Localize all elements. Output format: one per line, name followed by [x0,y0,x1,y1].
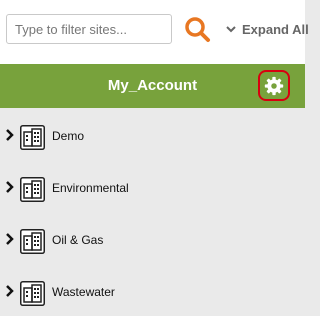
chevron-down-icon [226,26,236,33]
site-label: Wastewater [52,285,115,299]
expand-all-button[interactable]: Expand All [225,20,309,38]
chevron-right-icon [6,233,14,245]
building-icon [20,177,45,202]
toolbar: Expand All [0,0,309,64]
site-item-wastewater[interactable]: Wastewater [0,264,305,316]
site-label: Environmental [52,181,129,195]
building-icon [20,125,45,150]
chevron-right-icon [6,129,14,141]
site-item-demo[interactable]: Demo [0,108,305,160]
settings-button[interactable] [258,70,290,101]
search-button[interactable] [181,13,215,47]
chevron-right-icon [6,285,14,297]
search-icon [185,17,210,42]
site-item-oil-gas[interactable]: Oil & Gas [0,212,305,264]
account-header: My_Account [0,64,305,108]
site-label: Oil & Gas [52,233,104,247]
building-icon [20,281,45,306]
filter-sites-input[interactable] [6,14,172,44]
site-item-environmental[interactable]: Environmental [0,160,305,212]
site-label: Demo [52,129,85,143]
expand-all-label: Expand All [242,21,309,37]
building-icon [20,229,45,254]
chevron-right-icon [6,181,14,193]
gear-icon [264,76,284,95]
